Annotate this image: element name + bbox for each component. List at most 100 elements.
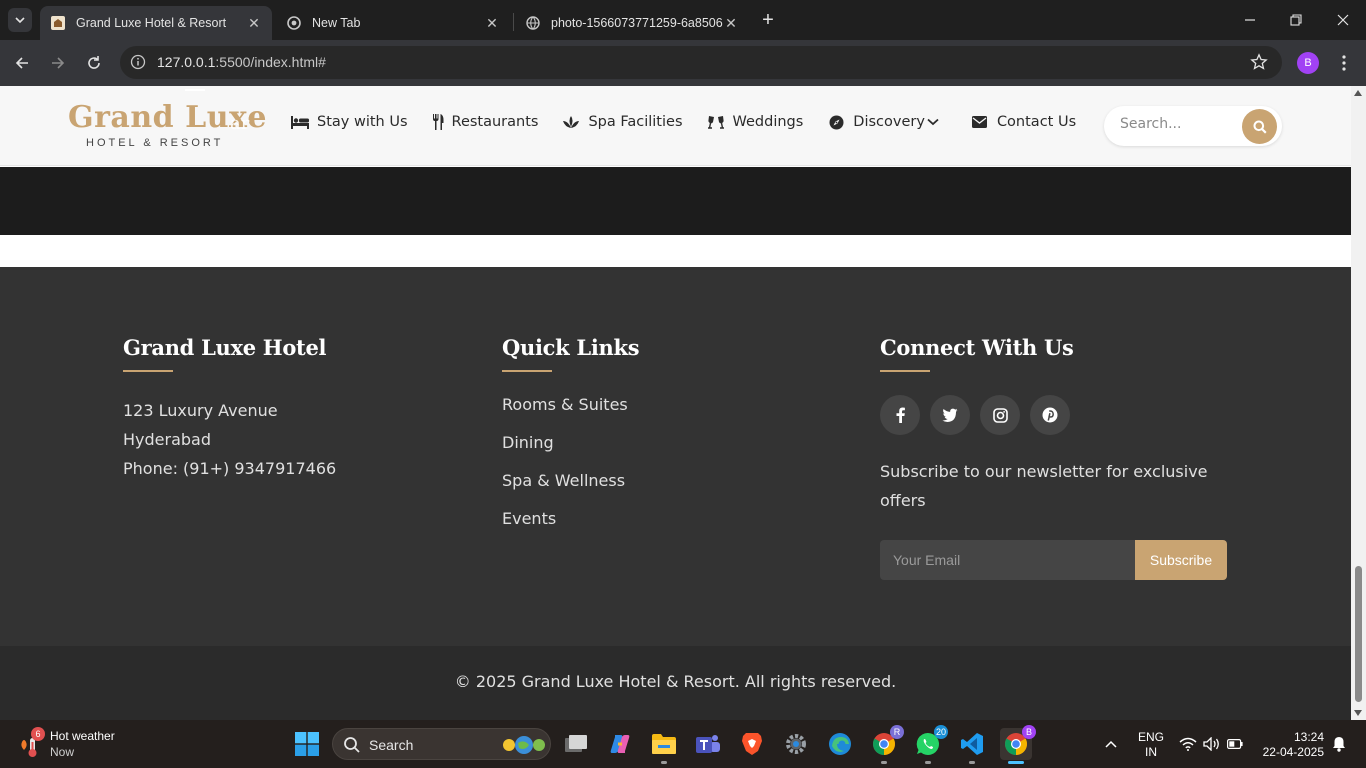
show-hidden-icons-button[interactable] xyxy=(1100,728,1122,760)
arrow-left-icon xyxy=(15,57,28,69)
nav-restaurants[interactable]: Restaurants xyxy=(432,114,538,130)
forward-button[interactable] xyxy=(47,52,69,74)
restore-icon xyxy=(1290,14,1302,26)
nav-weddings[interactable]: Weddings xyxy=(707,114,803,130)
twitter-icon xyxy=(942,408,958,422)
newsletter-form: Subscribe xyxy=(880,540,1230,580)
settings-app[interactable] xyxy=(780,728,812,760)
close-tab-icon[interactable]: ✕ xyxy=(484,15,500,31)
close-tab-icon[interactable]: ✕ xyxy=(246,15,262,31)
heading-underline xyxy=(123,370,173,372)
close-icon xyxy=(1337,14,1349,26)
heading-underline xyxy=(880,370,930,372)
nav-spa-facilities[interactable]: Spa Facilities xyxy=(562,114,683,130)
profile-badge: R xyxy=(890,725,904,739)
quick-settings[interactable] xyxy=(1178,728,1244,760)
brave-app[interactable] xyxy=(736,728,768,760)
restore-button[interactable] xyxy=(1286,10,1306,30)
clock-time: 13:24 xyxy=(1293,730,1324,744)
scroll-down-icon[interactable] xyxy=(1354,710,1362,716)
running-indicator xyxy=(969,761,975,764)
subscribe-button[interactable]: Subscribe xyxy=(1135,540,1227,580)
clock-date: 22-04-2025 xyxy=(1262,745,1324,759)
address-line: 123 Luxury Avenue xyxy=(123,401,278,420)
twitter-link[interactable] xyxy=(930,395,970,435)
site-header: Grand Luxe HOTEL & RESORT ar Stay with U… xyxy=(0,86,1351,166)
site-info-icon[interactable] xyxy=(130,54,146,70)
windows-logo-icon xyxy=(295,732,319,756)
url-host: 127.0.0.1 xyxy=(157,54,216,70)
tab-title: photo-1566073771259-6a8506 xyxy=(551,16,723,30)
globe-favicon-icon xyxy=(525,15,541,31)
tab-title: Grand Luxe Hotel & Resort xyxy=(76,16,227,30)
utensils-icon xyxy=(432,114,444,130)
weather-title: Hot weather xyxy=(50,729,115,743)
reload-button[interactable] xyxy=(83,52,105,74)
weather-widget[interactable]: 6 Hot weather Now xyxy=(18,727,115,760)
edge-app[interactable] xyxy=(824,728,856,760)
quick-link-spa[interactable]: Spa & Wellness xyxy=(502,471,639,509)
nav-label: Contact Us xyxy=(996,114,1077,130)
copilot-app[interactable] xyxy=(604,728,636,760)
tab-photo[interactable]: photo-1566073771259-6a8506 ✕ xyxy=(515,6,749,40)
nav-contact-us[interactable]: Contact Us xyxy=(971,114,1076,130)
whatsapp-app[interactable]: 20 xyxy=(912,725,948,764)
overlay-artifact xyxy=(185,89,205,91)
thermometer-icon: 6 xyxy=(18,727,45,758)
facebook-icon xyxy=(896,407,905,423)
close-tab-icon[interactable]: ✕ xyxy=(723,15,739,31)
tab-new-tab[interactable]: New Tab ✕ xyxy=(276,6,510,40)
vscode-app[interactable] xyxy=(956,728,988,764)
scroll-up-icon[interactable] xyxy=(1354,90,1362,96)
tab-grand-luxe[interactable]: Grand Luxe Hotel & Resort ✕ xyxy=(40,6,272,40)
edge-icon xyxy=(829,733,851,755)
nav-stay-with-us[interactable]: Stay with Us xyxy=(291,114,408,130)
newsletter-text: Subscribe to our newsletter for exclusiv… xyxy=(880,462,1208,510)
logo-subtitle: HOTEL & RESORT xyxy=(86,137,224,149)
file-explorer-app[interactable] xyxy=(648,728,680,764)
browser-menu-button[interactable] xyxy=(1336,52,1352,74)
phone-number: Phone: (91+) 9347917466 xyxy=(123,459,337,478)
volume-icon xyxy=(1203,737,1219,751)
copyright-bar: © 2025 Grand Luxe Hotel & Resort. All ri… xyxy=(0,646,1351,720)
teams-icon xyxy=(696,735,720,753)
copilot-icon xyxy=(610,735,630,753)
tab-search-button[interactable] xyxy=(8,8,32,32)
footer-heading: Quick Links xyxy=(502,335,640,360)
bookmark-star-icon[interactable] xyxy=(1250,53,1268,71)
pinterest-link[interactable] xyxy=(1030,395,1070,435)
notification-bell-icon xyxy=(1333,737,1345,752)
weather-subtitle: Now xyxy=(50,745,75,759)
email-field[interactable] xyxy=(880,540,1135,580)
language-indicator[interactable]: ENG IN xyxy=(1138,730,1164,760)
arrow-right-icon xyxy=(52,57,65,69)
spa-icon xyxy=(562,114,580,130)
page-scrollbar[interactable] xyxy=(1351,86,1366,720)
system-clock[interactable]: 13:24 22-04-2025 xyxy=(1258,730,1324,760)
language-code: ENG xyxy=(1138,730,1165,744)
chrome-app[interactable]: R xyxy=(868,725,904,764)
envelope-icon xyxy=(971,114,989,130)
taskbar-search[interactable]: Search xyxy=(332,728,551,760)
back-button[interactable] xyxy=(11,52,33,74)
close-window-button[interactable] xyxy=(1333,10,1353,30)
scrollbar-thumb[interactable] xyxy=(1355,566,1362,702)
quick-link-dining[interactable]: Dining xyxy=(502,433,639,471)
search-input[interactable] xyxy=(1120,116,1240,132)
quick-link-rooms[interactable]: Rooms & Suites xyxy=(502,395,639,433)
task-view-button[interactable] xyxy=(560,728,592,760)
search-button[interactable] xyxy=(1242,109,1277,144)
facebook-link[interactable] xyxy=(880,395,920,435)
teams-app[interactable] xyxy=(692,728,724,760)
address-bar[interactable]: 127.0.0.1:5500/index.html# xyxy=(120,46,1282,79)
minimize-button[interactable] xyxy=(1240,10,1260,30)
start-button[interactable] xyxy=(295,732,319,756)
notifications-button[interactable] xyxy=(1330,728,1348,760)
profile-avatar[interactable]: B xyxy=(1297,52,1319,74)
instagram-link[interactable] xyxy=(980,395,1020,435)
new-tab-button[interactable]: + xyxy=(758,10,778,30)
quick-link-events[interactable]: Events xyxy=(502,509,639,547)
chrome-app-active[interactable]: B xyxy=(1000,725,1036,764)
nav-discovery[interactable]: Discovery xyxy=(827,114,939,130)
reload-icon xyxy=(88,56,100,69)
